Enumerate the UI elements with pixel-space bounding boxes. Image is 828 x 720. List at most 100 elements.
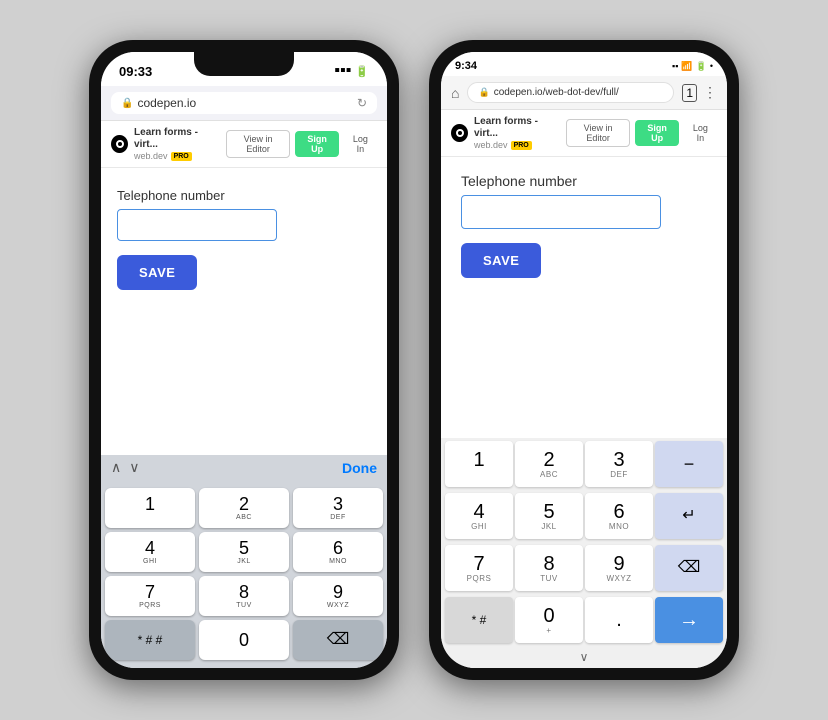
- left-telephone-input[interactable]: [117, 209, 277, 241]
- android-kb-2-sub: ABC: [540, 470, 558, 479]
- kb-key-3-main: 3: [333, 495, 343, 513]
- android-back-button[interactable]: ⌂: [451, 85, 459, 101]
- android-kb-key-4[interactable]: 4 GHI: [445, 493, 513, 539]
- kb-key-7-sub: PQRS: [139, 602, 161, 609]
- android-menu-icon[interactable]: ⋮: [703, 84, 717, 101]
- reload-icon[interactable]: ↻: [357, 96, 367, 110]
- right-form-label: Telephone number: [461, 173, 707, 189]
- android-kb-key-minus[interactable]: −: [655, 441, 723, 487]
- kb-key-7[interactable]: 7 PQRS: [105, 576, 195, 616]
- kb-key-backspace-main: ⌫: [327, 632, 350, 648]
- ios-keyboard-toolbar: ∧ ∨ Done: [101, 455, 387, 482]
- kb-key-8-main: 8: [239, 583, 249, 601]
- log-in-button[interactable]: Log In: [344, 131, 377, 157]
- android-kb-enter-main: ↵: [682, 508, 695, 524]
- kb-key-3[interactable]: 3 DEF: [293, 488, 383, 528]
- android-kb-key-backspace[interactable]: ⌫: [655, 545, 723, 591]
- kb-key-2[interactable]: 2 ABC: [199, 488, 289, 528]
- view-editor-button[interactable]: View in Editor: [226, 130, 291, 158]
- right-sign-up-button[interactable]: Sign Up: [635, 120, 678, 146]
- kb-key-9-main: 9: [333, 583, 343, 601]
- battery-icon: 🔋: [355, 65, 369, 78]
- android-kb-key-2[interactable]: 2 ABC: [515, 441, 583, 487]
- android-browser-nav: ⌂ 🔒 codepen.io/web-dot-dev/full/ 1 ⋮: [441, 76, 727, 110]
- android-kb-5-sub: JKL: [541, 522, 556, 531]
- lock-icon: 🔒: [121, 98, 133, 109]
- kb-key-1-main: 1: [145, 495, 155, 513]
- kb-nav-arrows: ∧ ∨: [111, 459, 140, 476]
- ios-url-row[interactable]: 🔒 codepen.io ↻: [111, 92, 377, 114]
- android-kb-key-9[interactable]: 9 WXYZ: [585, 545, 653, 591]
- android-kb-9-sub: WXYZ: [606, 574, 631, 583]
- android-kb-0-sub: +: [546, 626, 551, 635]
- codepen-logo: [111, 135, 128, 153]
- android-kb-0-main: 0: [543, 606, 554, 626]
- android-status-icons: ▪▪ 📶 🔋 •: [672, 61, 713, 72]
- cp-subtitle: web.dev PRO: [134, 151, 220, 161]
- kb-key-0[interactable]: 0: [199, 620, 289, 660]
- android-keyboard-chevron[interactable]: ∨: [441, 646, 727, 668]
- kb-done-button[interactable]: Done: [342, 460, 377, 476]
- android-kb-3-sub: DEF: [610, 470, 628, 479]
- android-kb-key-1[interactable]: 1: [445, 441, 513, 487]
- left-save-button[interactable]: SAVE: [117, 255, 197, 290]
- kb-key-9[interactable]: 9 WXYZ: [293, 576, 383, 616]
- android-kb-key-go[interactable]: →: [655, 597, 723, 643]
- kb-key-4-sub: GHI: [143, 558, 157, 565]
- android-kb-minus-main: −: [684, 455, 695, 473]
- android-kb-6-sub: MNO: [609, 522, 629, 531]
- right-codepen-logo: [451, 124, 468, 142]
- right-telephone-input[interactable]: [461, 195, 661, 229]
- pro-badge: PRO: [171, 152, 192, 161]
- codepen-logo-inner: [116, 140, 124, 148]
- kb-arrow-up[interactable]: ∧: [111, 459, 121, 476]
- android-kb-go-main: →: [679, 610, 699, 630]
- kb-key-1-sub: [149, 514, 151, 521]
- ios-notch: [194, 52, 294, 76]
- android-kb-symbols-main: * #: [472, 614, 487, 626]
- android-tab-icon[interactable]: 1: [682, 84, 697, 102]
- android-kb-key-0[interactable]: 0 +: [515, 597, 583, 643]
- kb-row-4: * # # 0 ⌫: [105, 620, 383, 660]
- android-kb-key-3[interactable]: 3 DEF: [585, 441, 653, 487]
- kb-key-4[interactable]: 4 GHI: [105, 532, 195, 572]
- kb-key-8-sub: TUV: [236, 602, 252, 609]
- kb-arrow-down[interactable]: ∨: [129, 459, 139, 476]
- right-view-editor-button[interactable]: View in Editor: [566, 119, 631, 147]
- android-kb-8-sub: TUV: [540, 574, 558, 583]
- cp-title-block: Learn forms - virt... web.dev PRO: [134, 127, 220, 161]
- android-kb-dot-main: .: [616, 610, 622, 630]
- left-status-icons: ▪▪▪ 🔋: [334, 62, 369, 80]
- android-kb-9-main: 9: [613, 554, 624, 574]
- signal-icon: ▪▪▪: [334, 62, 351, 80]
- ios-status-bar: 09:33 ▪▪▪ 🔋: [101, 52, 387, 86]
- kb-key-6-sub: MNO: [329, 558, 347, 565]
- android-kb-1-sub: [478, 470, 481, 479]
- kb-key-0-main: 0: [239, 631, 249, 649]
- right-status-time: 9:34: [455, 60, 477, 72]
- kb-key-symbols[interactable]: * # #: [105, 620, 195, 660]
- kb-key-6-main: 6: [333, 539, 343, 557]
- kb-key-1[interactable]: 1: [105, 488, 195, 528]
- android-kb-key-symbols[interactable]: * #: [445, 597, 513, 643]
- kb-key-2-sub: ABC: [236, 514, 252, 521]
- right-save-button[interactable]: SAVE: [461, 243, 541, 278]
- android-kb-key-enter[interactable]: ↵: [655, 493, 723, 539]
- right-log-in-button[interactable]: Log In: [684, 120, 717, 146]
- android-url-bar[interactable]: 🔒 codepen.io/web-dot-dev/full/: [467, 82, 674, 103]
- android-lock-icon: 🔒: [478, 87, 489, 98]
- android-kb-key-dot[interactable]: .: [585, 597, 653, 643]
- sign-up-button[interactable]: Sign Up: [295, 131, 338, 157]
- ios-keyboard: 1 2 ABC 3 DEF 4 GHI 5: [101, 482, 387, 668]
- android-kb-row-2: 4 GHI 5 JKL 6 MNO ↵: [441, 490, 727, 542]
- kb-key-6[interactable]: 6 MNO: [293, 532, 383, 572]
- android-kb-key-7[interactable]: 7 PQRS: [445, 545, 513, 591]
- kb-key-backspace[interactable]: ⌫: [293, 620, 383, 660]
- android-kb-key-8[interactable]: 8 TUV: [515, 545, 583, 591]
- android-browser-actions: 1 ⋮: [682, 84, 717, 102]
- android-kb-key-6[interactable]: 6 MNO: [585, 493, 653, 539]
- kb-key-8[interactable]: 8 TUV: [199, 576, 289, 616]
- kb-key-5[interactable]: 5 JKL: [199, 532, 289, 572]
- android-kb-key-5[interactable]: 5 JKL: [515, 493, 583, 539]
- android-keyboard: 1 2 ABC 3 DEF − 4 GHI: [441, 438, 727, 668]
